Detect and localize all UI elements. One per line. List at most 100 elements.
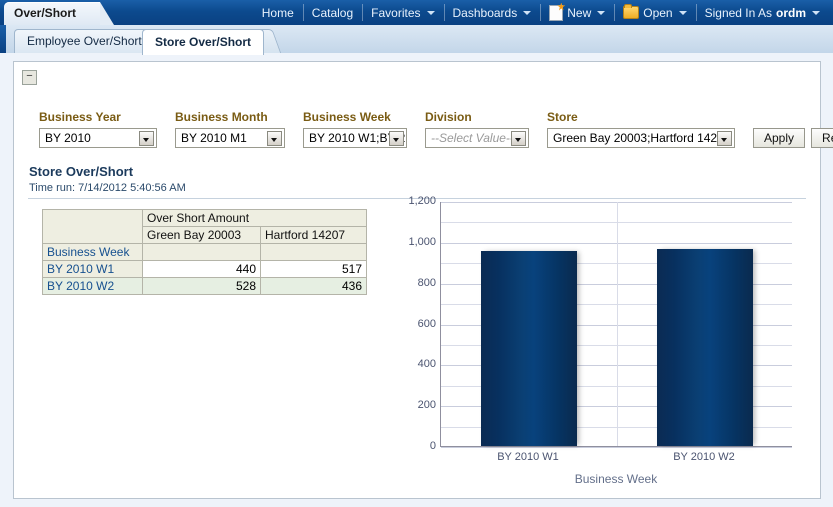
- chart-gridline-major: [441, 447, 792, 448]
- blank-cell: [261, 244, 367, 261]
- store-select[interactable]: Green Bay 20003;Hartford 14207: [547, 128, 735, 148]
- oracle-bi-dashboard: Over/Short Home Catalog Favorites Dashbo…: [0, 0, 833, 507]
- business-month-select[interactable]: BY 2010 M1: [175, 128, 285, 148]
- tab-employee-over-short-label: Employee Over/Short: [27, 34, 142, 48]
- chart-y-tick-label: 800: [394, 277, 436, 289]
- chart-x-axis-label: Business Week: [440, 472, 792, 486]
- nav-dashboards[interactable]: Dashboards: [444, 0, 541, 25]
- business-year-value: BY 2010: [40, 129, 113, 147]
- global-nav: Home Catalog Favorites Dashboards New Op…: [253, 0, 829, 25]
- prompt-business-week: Business Week BY 2010 W1;BY 2: [303, 110, 407, 148]
- chart-y-tick-label: 0: [394, 440, 436, 452]
- prompt-division: Division --Select Value--: [425, 110, 529, 148]
- table-header-row: Over Short Amount: [43, 210, 367, 227]
- prompt-business-month: Business Month BY 2010 M1: [175, 110, 285, 148]
- chevron-down-icon[interactable]: [511, 131, 526, 146]
- signed-in-as-label: Signed In As: [705, 6, 772, 20]
- chevron-down-icon[interactable]: [139, 131, 154, 146]
- dashboard-brand-tab[interactable]: Over/Short: [4, 2, 100, 25]
- table-row: BY 2010 W1 440 517: [43, 261, 367, 278]
- nav-open-label: Open: [643, 6, 672, 20]
- table-dimension-row: Business Week: [43, 244, 367, 261]
- business-week-select[interactable]: BY 2010 W1;BY 2: [303, 128, 407, 148]
- prompt-business-year-label: Business Year: [39, 110, 157, 124]
- report-section: − Business Year BY 2010 Business Month B…: [13, 61, 821, 499]
- nav-new[interactable]: New: [540, 0, 614, 25]
- dashboard-brand-label: Over/Short: [4, 2, 100, 25]
- page-title: Store Over/Short: [29, 164, 133, 179]
- chevron-down-icon[interactable]: [267, 131, 282, 146]
- chevron-down-icon[interactable]: [389, 131, 404, 146]
- prompt-store-label: Store: [547, 110, 735, 124]
- apply-button[interactable]: Apply: [753, 128, 805, 148]
- chart-y-tick-label: 600: [394, 318, 436, 330]
- signed-in-as[interactable]: Signed In As ordm: [696, 0, 829, 25]
- nav-home-label: Home: [262, 6, 294, 20]
- division-select[interactable]: --Select Value--: [425, 128, 529, 148]
- cell-w2-green-bay: 528: [143, 278, 261, 295]
- section-collapse-toggle[interactable]: −: [22, 70, 37, 85]
- column-header-hartford: Hartford 14207: [261, 227, 367, 244]
- nav-open[interactable]: Open: [614, 0, 695, 25]
- nav-favorites-label: Favorites: [371, 6, 420, 20]
- chart-y-tick-label: 400: [394, 358, 436, 370]
- pivot-corner-cell: [43, 210, 143, 244]
- row-label-w1[interactable]: BY 2010 W1: [43, 261, 143, 278]
- nav-favorites[interactable]: Favorites: [362, 0, 443, 25]
- business-month-value: BY 2010 M1: [176, 129, 269, 147]
- chart-plot-area: [440, 202, 792, 447]
- prompt-bar: Business Year BY 2010 Business Month BY …: [39, 110, 833, 148]
- signed-in-user: ordm: [776, 6, 806, 20]
- chart-y-axis-ticks: 1,2001,0008006004002000: [384, 202, 436, 447]
- blank-cell: [143, 244, 261, 261]
- chart-y-tick-label: 200: [394, 399, 436, 411]
- dashboard-content: − Business Year BY 2010 Business Month B…: [0, 53, 833, 507]
- table-row: BY 2010 W2 528 436: [43, 278, 367, 295]
- prompt-business-week-label: Business Week: [303, 110, 407, 124]
- chevron-down-icon: [812, 11, 820, 15]
- chart-bar[interactable]: [657, 249, 754, 446]
- chevron-down-icon: [523, 11, 531, 15]
- chevron-down-icon: [597, 11, 605, 15]
- column-header-green-bay: Green Bay 20003: [143, 227, 261, 244]
- report-time-run: Time run: 7/14/2012 5:40:56 AM: [29, 182, 186, 194]
- cell-w2-hartford: 436: [261, 278, 367, 295]
- tab-store-over-short[interactable]: Store Over/Short: [142, 29, 264, 55]
- chevron-down-icon[interactable]: [717, 131, 732, 146]
- chart-x-tick-label: BY 2010 W1: [497, 451, 559, 463]
- measure-header: Over Short Amount: [143, 210, 367, 227]
- global-header: Over/Short Home Catalog Favorites Dashbo…: [0, 0, 833, 26]
- prompt-actions: Apply Reset: [753, 128, 833, 148]
- nav-dashboards-label: Dashboards: [453, 6, 518, 20]
- chart-y-tick-label: 1,000: [394, 236, 436, 248]
- business-year-select[interactable]: BY 2010: [39, 128, 157, 148]
- cell-w1-green-bay: 440: [143, 261, 261, 278]
- pivot-table: Over Short Amount Green Bay 20003 Hartfo…: [42, 209, 367, 295]
- prompt-store: Store Green Bay 20003;Hartford 14207: [547, 110, 735, 148]
- chart-y-tick-label: 1,200: [394, 195, 436, 207]
- chart-bar[interactable]: [481, 251, 578, 446]
- chevron-down-icon: [427, 11, 435, 15]
- cell-w1-hartford: 517: [261, 261, 367, 278]
- prompt-business-year: Business Year BY 2010: [39, 110, 157, 148]
- row-dimension-label[interactable]: Business Week: [43, 244, 143, 261]
- tab-store-over-short-label: Store Over/Short: [155, 35, 251, 49]
- prompt-business-month-label: Business Month: [175, 110, 285, 124]
- nav-catalog-label: Catalog: [312, 6, 353, 20]
- prompt-division-label: Division: [425, 110, 529, 124]
- nav-catalog[interactable]: Catalog: [303, 0, 362, 25]
- chevron-down-icon: [679, 11, 687, 15]
- dashboard-page-tabs: Employee Over/Short Store Over/Short ?: [0, 25, 833, 54]
- row-label-w2[interactable]: BY 2010 W2: [43, 278, 143, 295]
- reset-button[interactable]: Reset: [811, 128, 833, 148]
- nav-new-label: New: [567, 6, 591, 20]
- new-page-icon: [549, 5, 563, 21]
- open-folder-icon: [623, 6, 639, 19]
- nav-home[interactable]: Home: [253, 0, 303, 25]
- reset-button-label: Reset: [822, 131, 833, 145]
- store-value: Green Bay 20003;Hartford 14207: [548, 129, 734, 147]
- chart-category-separator: [617, 202, 618, 446]
- chart-x-tick-label: BY 2010 W2: [673, 451, 735, 463]
- bar-chart: Over Short Amount 1,2001,000800600400200…: [384, 202, 804, 487]
- tab-employee-over-short[interactable]: Employee Over/Short: [14, 29, 155, 54]
